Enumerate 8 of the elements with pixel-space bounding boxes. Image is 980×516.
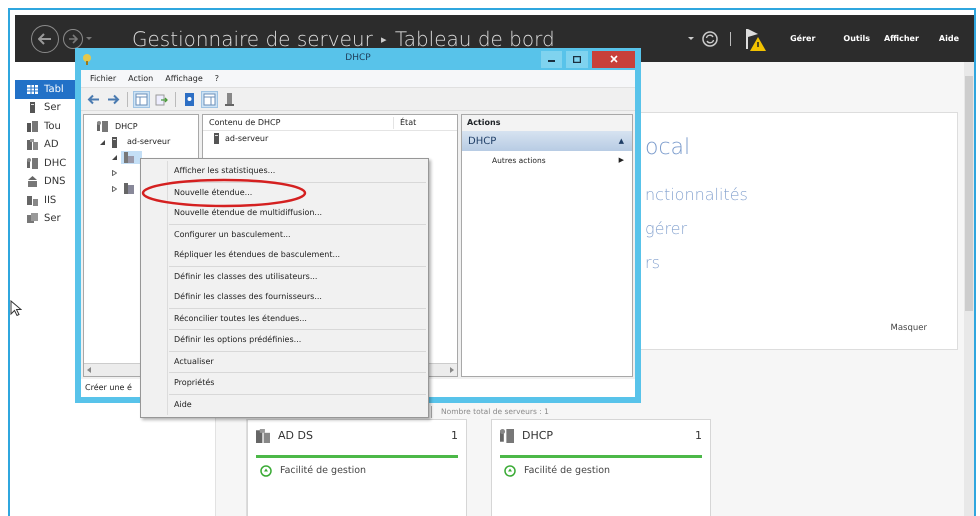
actions-header: Actions <box>462 115 632 131</box>
welcome-heading: ocal <box>645 135 692 161</box>
tile-title: DHCP <box>522 428 554 444</box>
tile-count: 1 <box>695 428 702 444</box>
window-title: DHCP <box>345 52 371 66</box>
tile-title: AD DS <box>278 428 313 444</box>
breadcrumb: Gestionnaire de serveur $^{▸}$ Tableau de bord <box>132 26 555 52</box>
tile-count: 1 <box>451 428 458 444</box>
